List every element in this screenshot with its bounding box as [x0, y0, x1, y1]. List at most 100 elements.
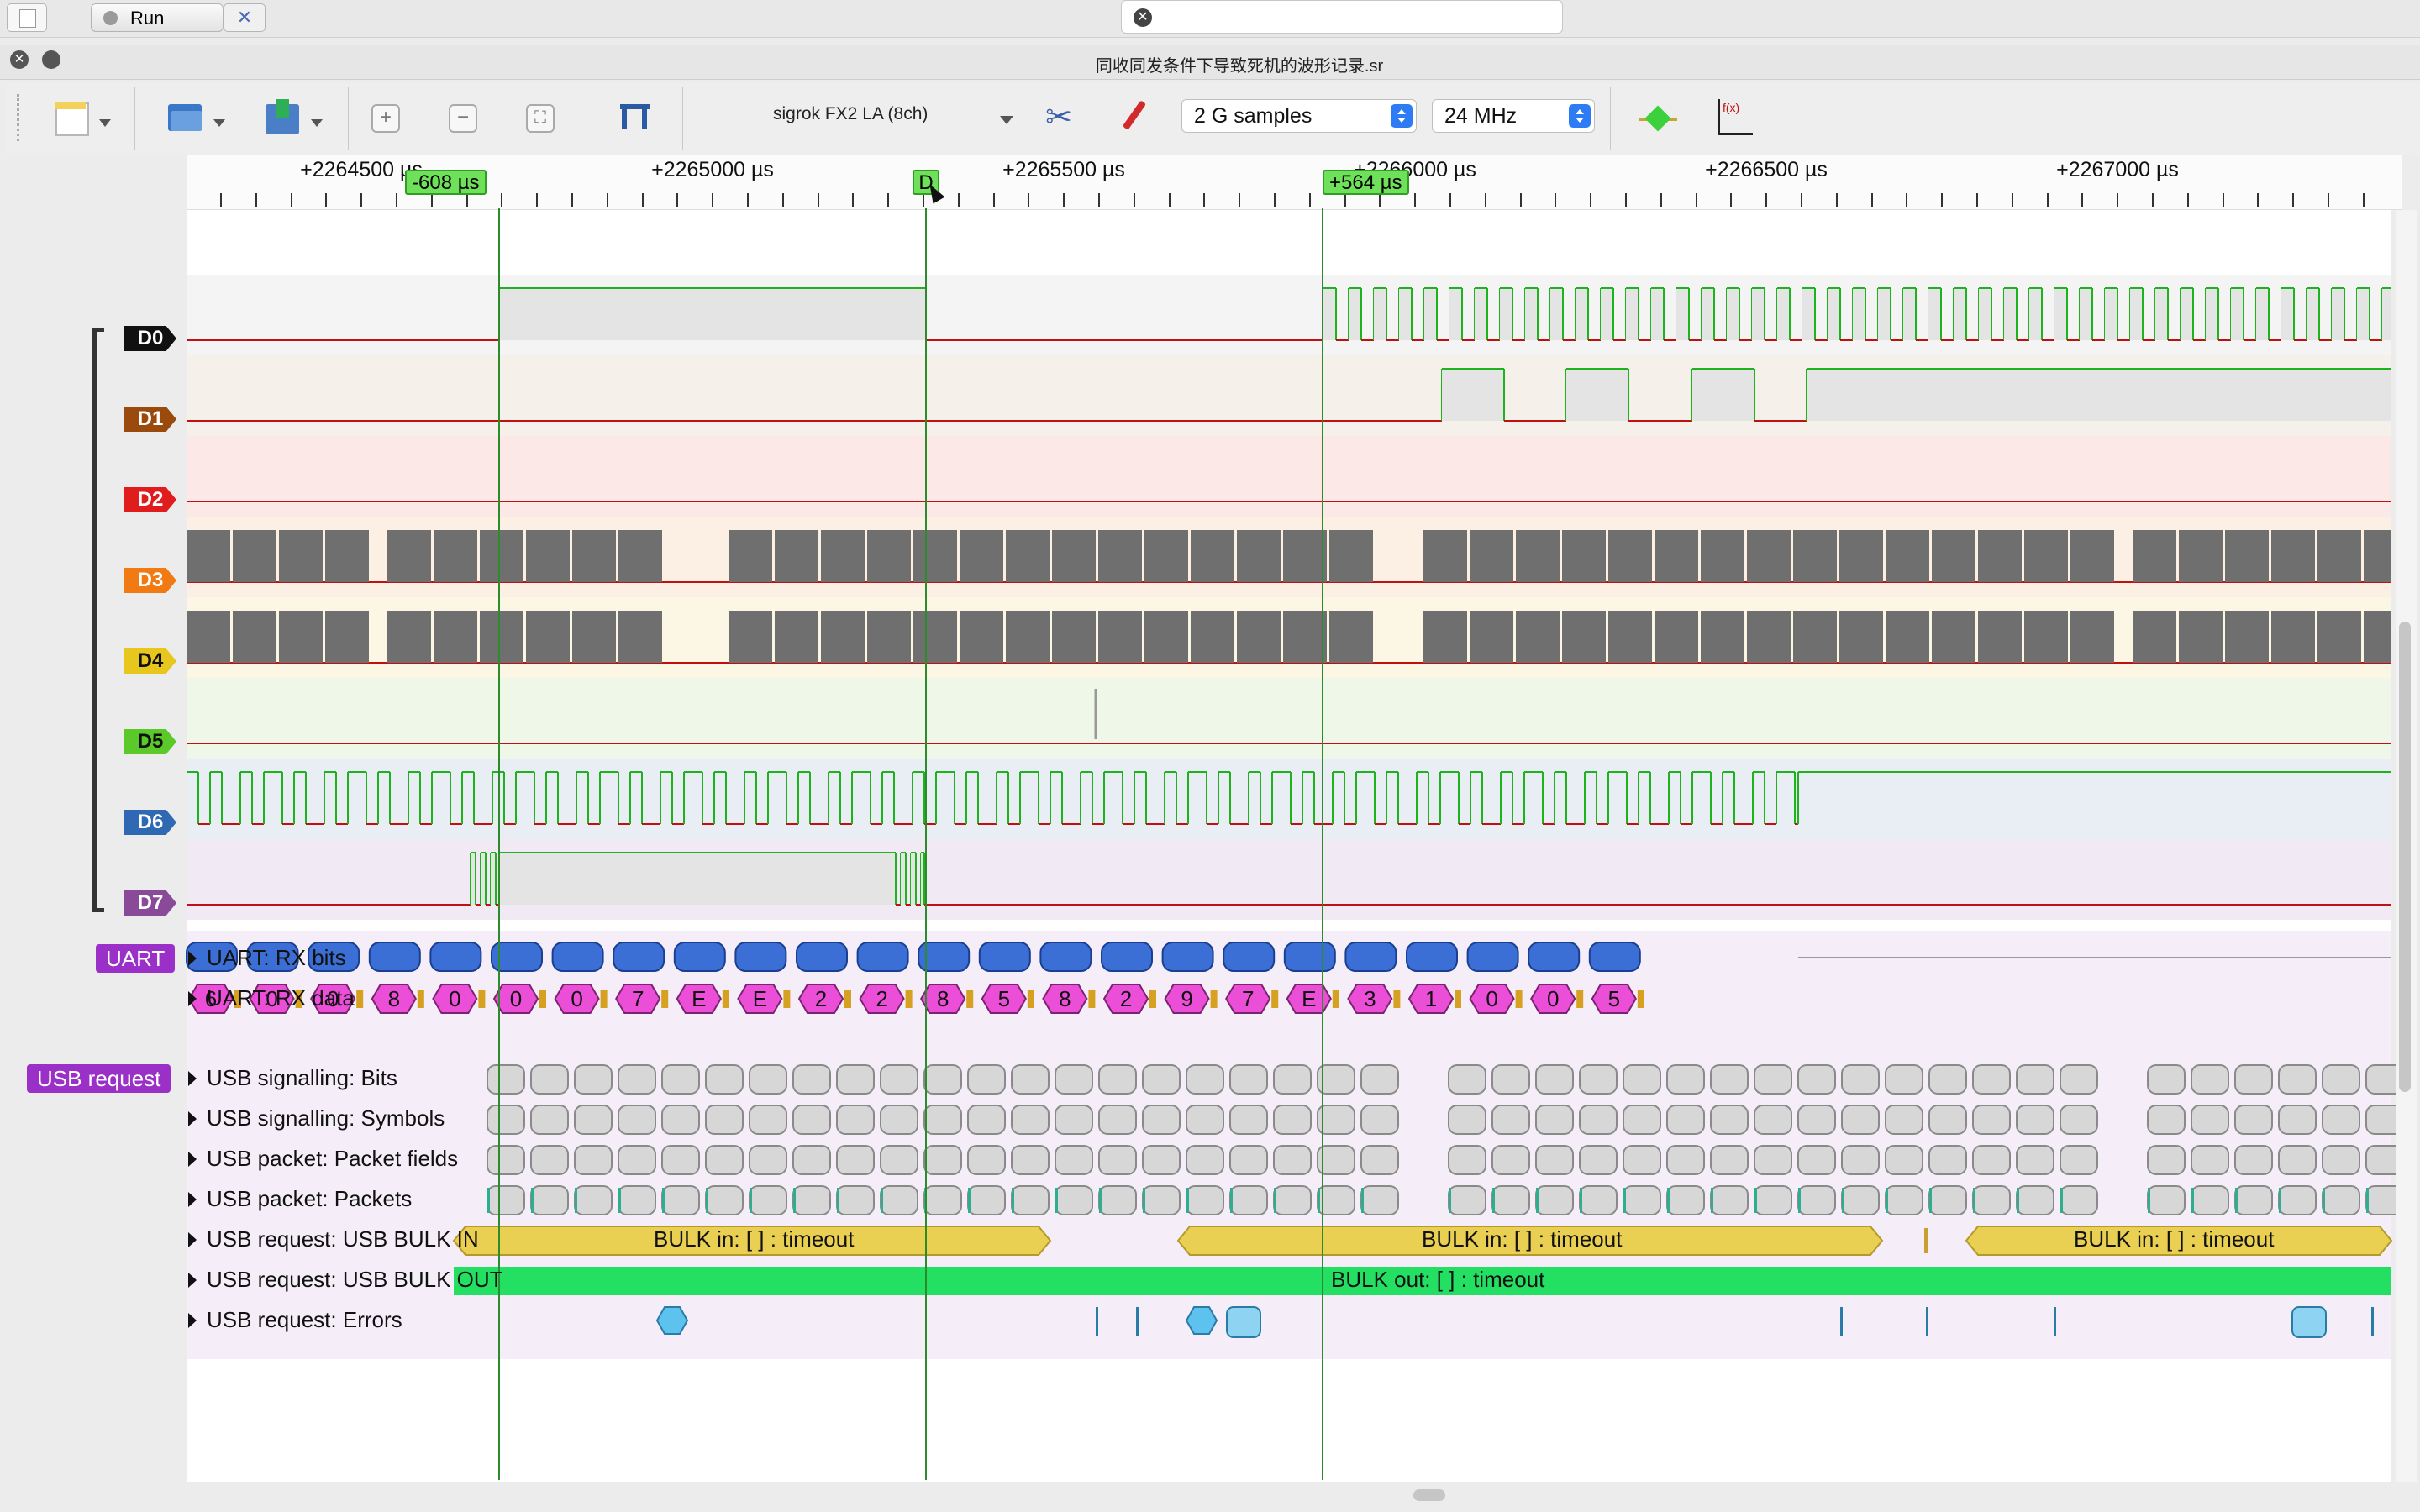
- expand-arrow-icon[interactable]: [188, 1192, 197, 1207]
- usb-packet-marker: [2060, 1188, 2063, 1213]
- channel-label-d6[interactable]: D6: [124, 810, 176, 835]
- uart-stop-bit: [1393, 990, 1401, 1008]
- uart-stop-bit: [1637, 990, 1644, 1008]
- trace-d4-burst: [2317, 611, 2361, 663]
- channel-label-d3[interactable]: D3: [124, 568, 176, 593]
- usb-decode-block: [1186, 1185, 1224, 1215]
- usb-decode-block: [2016, 1105, 2054, 1135]
- usb-decode-block: [2322, 1185, 2360, 1215]
- decoder-row-usb-bulk-out: USB request: USB BULK OUT: [207, 1267, 503, 1292]
- bulk-in-annotation: BULK in: [ ] : timeout: [2074, 1226, 2275, 1252]
- expand-arrow-icon[interactable]: [188, 1071, 197, 1086]
- usb-decode-block: [1579, 1185, 1618, 1215]
- channel-label-d1[interactable]: D1: [124, 407, 176, 432]
- usb-decode-block: [1273, 1064, 1312, 1095]
- usb-decode-block: [661, 1145, 700, 1175]
- usb-decode-block: [1710, 1185, 1749, 1215]
- usb-decode-block: [1710, 1145, 1749, 1175]
- trace-d3-burst: [1191, 530, 1234, 582]
- trace-d0-fill: [2357, 288, 2370, 340]
- horizontal-scroll-thumb[interactable]: [1413, 1489, 1445, 1501]
- uart-bit-block: [368, 942, 421, 972]
- usb-decode-block: [487, 1064, 525, 1095]
- usb-packet-marker: [837, 1188, 839, 1213]
- cursor-right-flag[interactable]: +564 µs: [1323, 170, 1409, 195]
- usb-decode-block: [2060, 1145, 2098, 1175]
- trace-d0-fill: [2054, 288, 2067, 340]
- usb-decode-block: [1535, 1185, 1574, 1215]
- usb-decode-block: [2016, 1185, 2054, 1215]
- expand-arrow-icon[interactable]: [188, 1313, 197, 1328]
- usb-decode-block: [705, 1185, 744, 1215]
- trace-d3-burst: [1701, 530, 1744, 582]
- trace-d4-burst: [1283, 611, 1327, 663]
- usb-decode-block: [1229, 1064, 1268, 1095]
- uart-data-value: 0: [571, 986, 582, 1011]
- trace-d0-fill: [1601, 288, 1613, 340]
- expand-arrow-icon[interactable]: [188, 1232, 197, 1247]
- usb-decode-block: [1273, 1145, 1312, 1175]
- trace-d3-burst: [325, 530, 369, 582]
- usb-decode-block: [1098, 1145, 1137, 1175]
- usb-decode-block: [1142, 1145, 1181, 1175]
- usb-decode-block: [2147, 1105, 2186, 1135]
- usb-decode-block: [1710, 1064, 1749, 1095]
- channel-label-d7[interactable]: D7: [124, 890, 176, 916]
- channel-lane-d5: [187, 678, 2391, 759]
- usb-decode-block: [1885, 1145, 1923, 1175]
- decoder-row-usb-symbols: USB signalling: Symbols: [207, 1105, 445, 1131]
- trace-d4-burst: [526, 611, 570, 663]
- trace-d3-burst: [821, 530, 865, 582]
- vertical-scroll-thumb[interactable]: [2399, 622, 2411, 1092]
- expand-arrow-icon[interactable]: [188, 991, 197, 1006]
- usb-decode-block: [749, 1145, 787, 1175]
- usb-decode-block: [574, 1105, 613, 1135]
- trace-d0-fill: [1626, 288, 1639, 340]
- trace-d0-fill: [1727, 288, 1739, 340]
- trace-d4-burst: [1006, 611, 1050, 663]
- trace-d4-burst: [913, 611, 957, 663]
- bulk-in-marker: [1924, 1228, 1928, 1253]
- usb-decode-block: [2016, 1064, 2054, 1095]
- uart-stop-bit: [600, 990, 608, 1008]
- uart-data-value: 7: [632, 986, 644, 1011]
- usb-decode-block: [1797, 1145, 1836, 1175]
- trace-d3-burst: [1283, 530, 1327, 582]
- usb-decode-block: [1448, 1145, 1486, 1175]
- expand-arrow-icon[interactable]: [188, 1273, 197, 1288]
- usb-packet-marker: [531, 1188, 534, 1213]
- usb-decode-block: [2191, 1145, 2229, 1175]
- usb-decode-block: [2322, 1105, 2360, 1135]
- usb-decode-block: [2016, 1145, 2054, 1175]
- channel-label-d5[interactable]: D5: [124, 729, 176, 754]
- usb-decode-block: [1797, 1185, 1836, 1215]
- expand-arrow-icon[interactable]: [188, 1152, 197, 1167]
- expand-arrow-icon[interactable]: [188, 1111, 197, 1126]
- usb-packet-marker: [1754, 1188, 1757, 1213]
- usb-decode-block: [574, 1185, 613, 1215]
- uart-bit-block: [613, 942, 666, 972]
- channel-label-d0[interactable]: D0: [124, 326, 176, 351]
- cursor-left-flag[interactable]: -608 µs: [405, 170, 487, 195]
- uart-group-label[interactable]: UART: [96, 944, 176, 973]
- trace-d3-burst: [1562, 530, 1606, 582]
- uart-stop-bit: [1515, 990, 1523, 1008]
- uart-bit-block: [734, 942, 787, 972]
- usb-packet-marker: [1711, 1188, 1713, 1213]
- usb-group-label[interactable]: USB request: [27, 1064, 171, 1093]
- trace-d3-burst: [279, 530, 323, 582]
- usb-decode-block: [1535, 1145, 1574, 1175]
- trace-d0-fill: [2029, 288, 2042, 340]
- channel-label-d2[interactable]: D2: [124, 487, 176, 512]
- trace-d3-burst: [233, 530, 276, 582]
- trace-d3-burst: [2133, 530, 2176, 582]
- usb-packet-marker: [575, 1188, 577, 1213]
- expand-arrow-icon[interactable]: [188, 951, 197, 966]
- channel-label-d4[interactable]: D4: [124, 648, 176, 674]
- trace-d7-fill: [499, 853, 896, 905]
- usb-decode-block: [749, 1185, 787, 1215]
- usb-packet-marker: [1536, 1188, 1539, 1213]
- uart-stop-bit: [661, 990, 669, 1008]
- trace-d4-burst: [2179, 611, 2223, 663]
- usb-decode-block: [530, 1105, 569, 1135]
